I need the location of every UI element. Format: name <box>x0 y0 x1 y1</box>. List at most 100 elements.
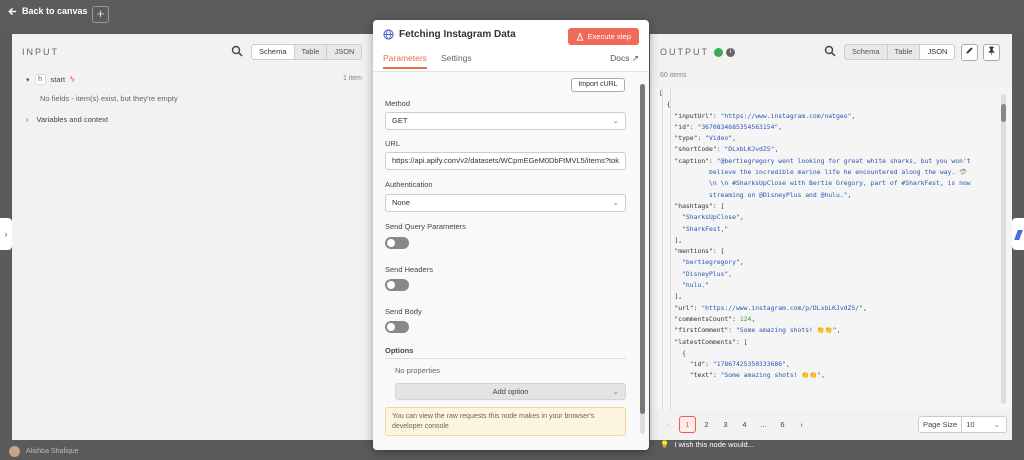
input-view-json[interactable]: JSON <box>327 45 361 59</box>
json-token: { <box>659 100 671 109</box>
prev-node-handle[interactable]: › <box>0 218 12 250</box>
chevron-down-icon: ⌄ <box>612 198 619 207</box>
page-button[interactable]: 3 <box>717 416 734 433</box>
json-line: "SharksUpClose", <box>659 212 971 223</box>
output-view-table[interactable]: Table <box>888 45 921 59</box>
page-ellipsis: ... <box>760 420 767 429</box>
next-node-handle[interactable] <box>1012 218 1024 250</box>
json-line: "caption": "@bertiegregory went looking … <box>659 156 971 167</box>
json-line: "latestComments": [ <box>659 337 971 348</box>
json-line: believe the incredible marine life he en… <box>659 167 971 178</box>
start-node-row[interactable]: ▾ h start ϟ 1 item <box>26 74 362 85</box>
json-token: "inputUrl": <box>659 111 721 120</box>
input-view-table[interactable]: Table <box>295 45 328 59</box>
globe-icon <box>383 29 394 40</box>
edit-output-button[interactable] <box>961 44 978 61</box>
parameters-form: Import cURL Method GET ⌄ URL https://api… <box>373 71 649 450</box>
json-line: [ <box>659 88 971 99</box>
method-value: GET <box>392 116 408 125</box>
modal-tabs: Parameters Settings <box>383 53 639 69</box>
json-content: [ { "inputUrl": "https://www.instagram.c… <box>659 88 971 382</box>
docs-label: Docs <box>610 53 630 63</box>
node-modal: Fetching Instagram Data Execute step Par… <box>373 20 649 450</box>
json-line: "mentions": [ <box>659 246 971 257</box>
authentication-value: None <box>392 198 410 207</box>
output-view-schema[interactable]: Schema <box>845 45 888 59</box>
back-to-canvas-link[interactable]: Back to canvas <box>8 6 88 16</box>
page-button[interactable]: 2 <box>698 416 715 433</box>
json-token: "Some amazing shots! 👏👏" <box>720 371 822 380</box>
docs-link[interactable]: Docs ↗ <box>610 53 639 64</box>
external-link-icon: ↗ <box>631 53 639 63</box>
input-view-schema[interactable]: Schema <box>252 45 295 59</box>
execute-step-label: Execute step <box>587 32 631 41</box>
tab-parameters[interactable]: Parameters <box>383 53 427 69</box>
json-line: "id": "17867425350333686", <box>659 359 971 370</box>
json-token: "firstComment": <box>659 326 736 335</box>
info-icon[interactable]: i <box>726 48 735 58</box>
json-token: "17867425350333686" <box>712 360 786 369</box>
output-scrollbar-thumb[interactable] <box>1001 104 1006 122</box>
json-token: , <box>778 122 783 131</box>
json-line: "url": "https://www.instagram.com/p/DLxb… <box>659 303 971 314</box>
json-token: [ <box>659 89 663 97</box>
json-token: , <box>821 371 825 380</box>
pin-output-button[interactable] <box>983 44 1000 61</box>
json-line: "inputUrl": "https://www.instagram.com/n… <box>659 111 971 122</box>
variables-row[interactable]: › Variables and context <box>26 115 108 124</box>
json-token: , <box>836 326 841 335</box>
modal-scrollbar[interactable] <box>640 84 645 434</box>
send-body-toggle[interactable] <box>385 321 409 333</box>
method-select[interactable]: GET ⌄ <box>385 112 626 130</box>
modal-scrollbar-thumb[interactable] <box>640 84 645 414</box>
json-token: "hulu." <box>659 281 710 290</box>
json-token: "id": <box>659 122 698 131</box>
json-viewer: [ { "inputUrl": "https://www.instagram.c… <box>650 88 1012 410</box>
url-input[interactable]: https://api.apify.com/v2/datasets/WCpmEG… <box>385 152 626 170</box>
add-option-button[interactable]: Add option ⌄ <box>395 383 626 400</box>
output-view-json[interactable]: JSON <box>920 45 955 59</box>
prev-page-button[interactable]: ‹ <box>660 416 677 433</box>
json-token: \n \n #SharksUpClose with Bertie Gregory… <box>659 179 971 188</box>
json-token: , <box>739 213 744 222</box>
empty-message: No fields - item(s) exist, but they're e… <box>40 94 178 103</box>
json-token: ], <box>659 292 683 301</box>
check-circle-icon <box>714 48 723 58</box>
add-node-button[interactable]: + <box>92 6 109 23</box>
output-scrollbar[interactable] <box>1001 94 1006 404</box>
execute-step-button[interactable]: Execute step <box>567 28 639 45</box>
modal-title[interactable]: Fetching Instagram Data <box>399 29 516 40</box>
lightbulb-icon: 💡 <box>660 440 670 449</box>
node-icon: h <box>34 74 46 85</box>
next-page-button[interactable]: › <box>793 416 810 433</box>
flask-icon <box>576 32 584 41</box>
page-button[interactable]: 6 <box>774 416 791 433</box>
json-token: "hashtags": [ <box>659 201 725 210</box>
import-curl-button[interactable]: Import cURL <box>571 78 625 92</box>
json-token: , <box>751 314 756 323</box>
chevron-right-icon: › <box>26 115 29 124</box>
chevron-down-icon: ⌄ <box>993 420 1001 429</box>
feedback-link[interactable]: 💡 I wish this node would... <box>660 440 754 449</box>
chevron-down-icon[interactable]: ▾ <box>26 76 30 84</box>
json-token: "@bertiegregory went looking for great w… <box>716 156 971 165</box>
json-token: "Video" <box>705 134 733 143</box>
tab-settings[interactable]: Settings <box>441 53 472 69</box>
input-view-switch: Schema Table JSON <box>251 44 363 60</box>
avatar <box>9 446 20 457</box>
json-line: { <box>659 348 971 359</box>
json-token: "shortCode": <box>659 145 725 154</box>
search-icon[interactable] <box>824 45 836 57</box>
json-token: "latestComments": [ <box>659 337 748 346</box>
send-headers-toggle[interactable] <box>385 279 409 291</box>
json-line: "id": "3670834685354563154", <box>659 122 971 133</box>
divider <box>385 358 626 359</box>
page-button[interactable]: 4 <box>736 416 753 433</box>
send-query-toggle[interactable] <box>385 237 409 249</box>
page-button[interactable]: 1 <box>679 416 696 433</box>
page-size-select[interactable]: 10 ⌄ <box>961 416 1008 433</box>
search-icon[interactable] <box>231 45 243 57</box>
json-token: , <box>851 111 856 120</box>
authentication-select[interactable]: None ⌄ <box>385 194 626 212</box>
variables-label: Variables and context <box>36 115 109 124</box>
